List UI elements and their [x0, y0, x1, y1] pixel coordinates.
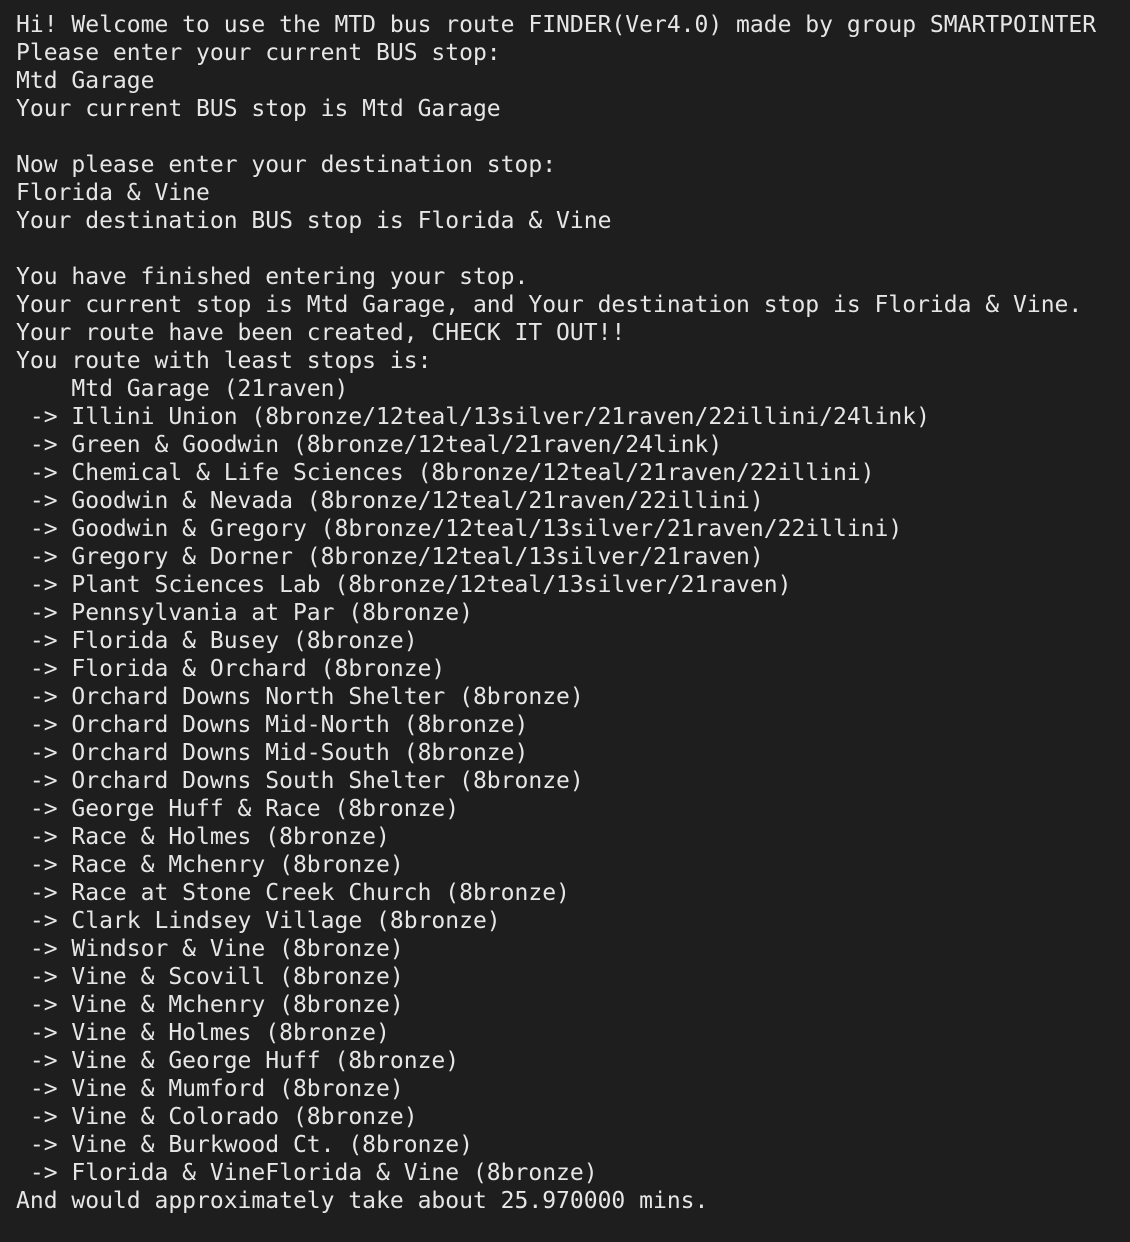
terminal-line: -> Windsor & Vine (8bronze) — [16, 936, 404, 962]
terminal-line: -> Goodwin & Nevada (8bronze/12teal/21ra… — [16, 488, 764, 514]
terminal-line: -> Race & Mchenry (8bronze) — [16, 852, 404, 878]
terminal-line: Now please enter your destination stop: — [16, 152, 557, 178]
terminal-line: You route with least stops is: — [16, 348, 432, 374]
terminal-window[interactable]: Hi! Welcome to use the MTD bus route FIN… — [0, 0, 1130, 1242]
terminal-line: -> Vine & George Huff (8bronze) — [16, 1048, 460, 1074]
terminal-line: -> Vine & Holmes (8bronze) — [16, 1020, 390, 1046]
terminal-line: -> Florida & Orchard (8bronze) — [16, 656, 446, 682]
terminal-line: Please enter your current BUS stop: — [16, 40, 501, 66]
terminal-line: -> Green & Goodwin (8bronze/12teal/21rav… — [16, 432, 723, 458]
terminal-line: -> Vine & Scovill (8bronze) — [16, 964, 404, 990]
terminal-line: -> Orchard Downs South Shelter (8bronze) — [16, 768, 584, 794]
terminal-line: -> Pennsylvania at Par (8bronze) — [16, 600, 473, 626]
terminal-line: Your current BUS stop is Mtd Garage — [16, 96, 501, 122]
terminal-line: Your destination BUS stop is Florida & V… — [16, 208, 612, 234]
terminal-line: Your current stop is Mtd Garage, and You… — [16, 292, 1083, 318]
terminal-line: -> Clark Lindsey Village (8bronze) — [16, 908, 501, 934]
terminal-line: -> Orchard Downs North Shelter (8bronze) — [16, 684, 584, 710]
terminal-line: -> Goodwin & Gregory (8bronze/12teal/13s… — [16, 516, 903, 542]
terminal-line: Your route have been created, CHECK IT O… — [16, 320, 626, 346]
terminal-line: -> Chemical & Life Sciences (8bronze/12t… — [16, 460, 875, 486]
terminal-line: -> George Huff & Race (8bronze) — [16, 796, 460, 822]
terminal-output: Hi! Welcome to use the MTD bus route FIN… — [16, 11, 1126, 1215]
terminal-line: Hi! Welcome to use the MTD bus route FIN… — [16, 12, 1097, 38]
terminal-line: -> Florida & VineFlorida & Vine (8bronze… — [16, 1160, 598, 1186]
terminal-line: Florida & Vine — [16, 180, 210, 206]
terminal-line: -> Vine & Burkwood Ct. (8bronze) — [16, 1132, 473, 1158]
terminal-line: -> Plant Sciences Lab (8bronze/12teal/13… — [16, 572, 792, 598]
terminal-line: -> Orchard Downs Mid-South (8bronze) — [16, 740, 529, 766]
terminal-line: -> Orchard Downs Mid-North (8bronze) — [16, 712, 529, 738]
terminal-line: -> Vine & Colorado (8bronze) — [16, 1104, 418, 1130]
terminal-line: -> Vine & Mchenry (8bronze) — [16, 992, 404, 1018]
terminal-line: And would approximately take about 25.97… — [16, 1188, 709, 1214]
terminal-line: -> Florida & Busey (8bronze) — [16, 628, 418, 654]
terminal-line: -> Vine & Mumford (8bronze) — [16, 1076, 404, 1102]
terminal-line: -> Race & Holmes (8bronze) — [16, 824, 390, 850]
terminal-line: You have finished entering your stop. — [16, 264, 529, 290]
terminal-line: -> Gregory & Dorner (8bronze/12teal/13si… — [16, 544, 764, 570]
terminal-line: -> Race at Stone Creek Church (8bronze) — [16, 880, 570, 906]
terminal-line: Mtd Garage (21raven) — [16, 376, 349, 402]
terminal-line: Mtd Garage — [16, 68, 155, 94]
terminal-line: -> Illini Union (8bronze/12teal/13silver… — [16, 404, 930, 430]
